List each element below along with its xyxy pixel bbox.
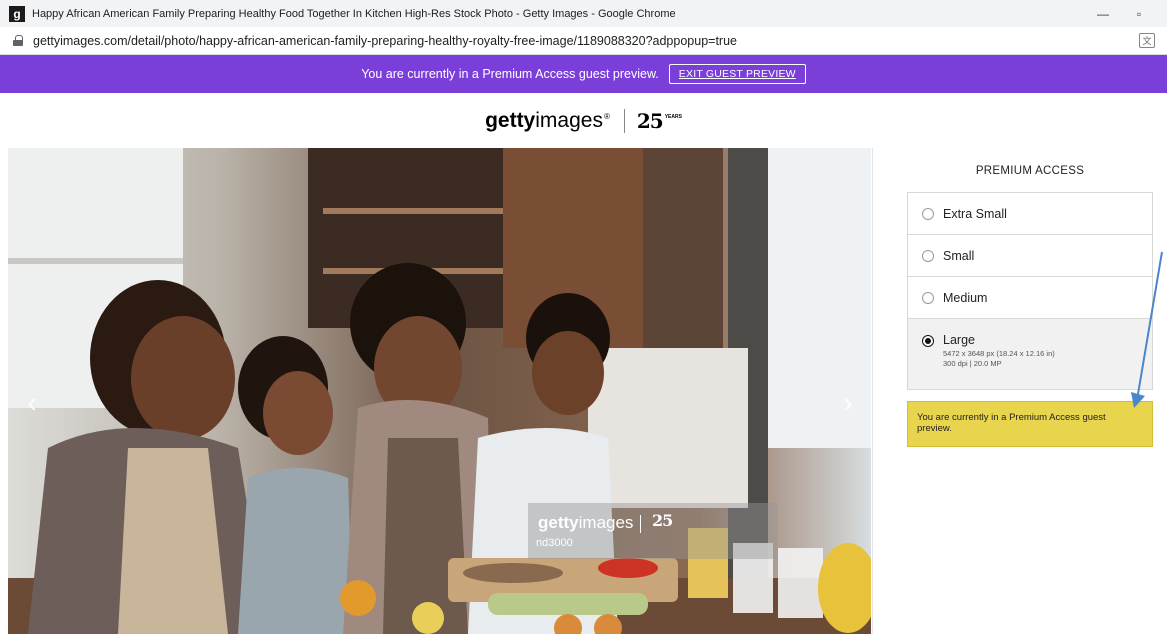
guest-preview-banner: You are currently in a Premium Access gu… xyxy=(0,55,1167,93)
logo-getty-text: getty xyxy=(485,108,536,132)
size-option-label: Medium xyxy=(943,290,988,305)
size-dimensions: 5472 x 3648 px (18.24 x 12.16 in) xyxy=(943,349,1055,358)
guest-preview-notice: You are currently in a Premium Access gu… xyxy=(907,401,1153,447)
url-text[interactable]: gettyimages.com/detail/photo/happy-afric… xyxy=(33,34,737,48)
radio-button[interactable] xyxy=(922,207,934,220)
annotation-arrow-icon xyxy=(1131,251,1163,408)
window-title: Happy African American Family Preparing … xyxy=(32,7,676,20)
lock-icon xyxy=(13,35,23,46)
anniversary-number: 25 xyxy=(636,108,664,133)
watermark-logo: gettyimages xyxy=(538,513,633,533)
size-option-label: Large xyxy=(943,333,975,347)
address-bar[interactable]: gettyimages.com/detail/photo/happy-afric… xyxy=(0,27,1167,55)
site-logo[interactable]: gettyimages® 25 YEARS xyxy=(0,93,1167,148)
size-option-large[interactable]: Large 5472 x 3648 px (18.24 x 12.16 in) … xyxy=(908,319,1152,389)
size-resolution: 300 dpi | 20.0 MP xyxy=(943,359,1002,368)
size-options-list: Extra Small Small Medium Large 5472 x 36… xyxy=(907,192,1153,390)
family-kitchen-photo xyxy=(8,148,871,634)
size-option-label: Extra Small xyxy=(943,206,1007,221)
next-image-arrow-icon[interactable]: › xyxy=(838,387,858,418)
panel-divider xyxy=(872,148,873,634)
photographer-credit: nd3000 xyxy=(536,537,573,549)
size-option-medium[interactable]: Medium xyxy=(908,277,1152,319)
previous-image-arrow-icon[interactable]: ‹ xyxy=(22,387,42,418)
radio-button[interactable] xyxy=(922,249,934,262)
size-option-small[interactable]: Small xyxy=(908,235,1152,277)
restore-button[interactable]: ▫ xyxy=(1121,0,1157,27)
anniversary-years: YEARS xyxy=(664,113,682,120)
logo-divider xyxy=(623,108,625,133)
getty-favicon-icon: g xyxy=(9,5,25,22)
translate-icon[interactable]: 文 xyxy=(1139,33,1155,48)
minimize-button[interactable]: — xyxy=(1085,0,1121,27)
size-option-label: Small xyxy=(943,248,975,263)
photo-watermark: gettyimages 25 nd3000 xyxy=(528,503,778,559)
radio-button-selected[interactable] xyxy=(922,335,934,347)
premium-access-title: PREMIUM ACCESS xyxy=(975,165,1085,177)
radio-button[interactable] xyxy=(922,291,934,304)
watermark-divider xyxy=(640,515,641,533)
size-option-extra-small[interactable]: Extra Small xyxy=(908,193,1152,235)
stock-photo[interactable]: ‹ › gettyimages 25 nd3000 xyxy=(8,148,871,634)
watermark-images-text: images xyxy=(578,513,634,532)
anniversary-logo: 25 YEARS xyxy=(637,109,682,133)
exit-guest-preview-button[interactable]: EXIT GUEST PREVIEW xyxy=(668,64,806,84)
logo-images-text: images xyxy=(535,108,603,132)
gettyimages-logo[interactable]: gettyimages® xyxy=(485,109,610,133)
registered-mark: ® xyxy=(603,111,610,121)
guest-preview-message: You are currently in a Premium Access gu… xyxy=(361,67,659,81)
browser-title-bar: g Happy African American Family Preparin… xyxy=(0,0,1167,27)
watermark-anniversary: 25 xyxy=(652,511,673,530)
watermark-getty-text: getty xyxy=(538,513,579,532)
